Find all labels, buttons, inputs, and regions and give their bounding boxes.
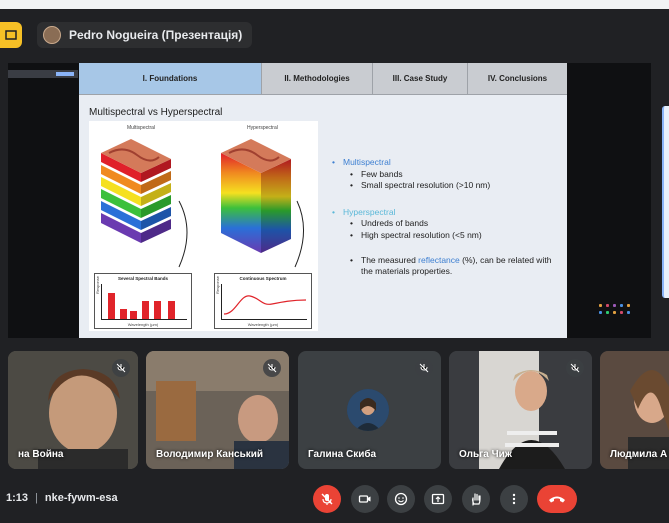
more-icon [512,493,516,505]
hyper-heading: • Hyperspectral [332,207,396,217]
spectral-bands-chart: Several Spectral Bands Response Waveleng… [94,273,192,329]
participant-tile[interactable]: Галина Скиба [298,351,441,469]
spectral-figure: Multispectral Hyperspectral Several Spec… [89,121,318,331]
raise-hand-icon [472,493,481,506]
meeting-details: 1:13 | nke-fywm-esa [6,492,118,504]
microphone-toggle-button[interactable] [313,485,341,513]
data-cube-illustration [101,139,305,268]
multi-item: • Few bands [350,169,403,179]
slide-tabs: I. Foundations II. Methodologies III. Ca… [79,63,567,95]
presenter-label-pill[interactable]: Pedro Nogueira (Презентація) [37,22,253,48]
participant-tile[interactable]: Володимир Канський [146,351,289,469]
emoji-icon [394,492,408,506]
tab-conclusions: IV. Conclusions [468,63,567,95]
band-bar [120,309,127,319]
mic-muted-indicator [566,359,584,377]
shared-slide: I. Foundations II. Methodologies III. Ca… [79,63,567,338]
participant-tile[interactable]: Ольга Чиж [449,351,592,469]
mic-off-icon [321,493,333,505]
participant-name: Людмила А [610,449,668,460]
band-bar [142,301,149,319]
bands-chart-axes [101,284,187,320]
mic-muted-indicator [263,359,281,377]
raise-hand-button[interactable] [462,485,490,513]
meeting-time: 1:13 [6,492,29,504]
multi-heading: • Multispectral [332,157,391,167]
camera-icon [358,495,371,503]
multi-item: • Small spectral resolution (>10 nm) [350,180,491,190]
hyper-item: • Undreds of bands [350,218,429,228]
hyper-item: • High spectral resolution (<5 nm) [350,230,482,240]
avatar-image [347,389,389,431]
spectrum-chart-axes [221,284,307,320]
present-icon [431,493,445,505]
reactions-button[interactable] [387,485,415,513]
leave-call-button[interactable] [537,485,577,513]
browser-top-band [0,0,669,9]
hyperspectral-cube [221,139,291,253]
participant-tile[interactable]: на Война [8,351,138,469]
presenter-avatar [43,26,61,44]
mini-participant-grid [597,302,637,320]
band-bar [130,311,137,319]
continuous-spectrum-chart: Continuous Spectrum Response Wavelength … [214,273,312,329]
slide-title: Multispectral vs Hyperspectral [89,107,223,118]
participant-name: Галина Скиба [308,449,377,460]
participant-name: на Война [18,449,64,460]
tab-case-study: III. Case Study [373,63,468,95]
reflectance-note: • The measured reflectance (%), can be re… [350,255,552,276]
participant-name: Ольга Чиж [459,449,512,460]
bands-chart-title: Several Spectral Bands [117,276,169,281]
present-indicator-button[interactable] [0,22,22,48]
participant-name: Володимир Канський [156,449,264,460]
bands-chart-ylabel: Response [95,275,100,294]
spectrum-chart-ylabel: Response [215,275,220,294]
participant-tile[interactable]: Людмила А [600,351,669,469]
mic-muted-indicator [415,359,433,377]
tab-foundations: I. Foundations [79,63,262,95]
screen-share-thumbnail-strip [8,70,78,78]
hang-up-icon [549,496,565,503]
spectrum-chart-title: Continuous Spectrum [239,276,287,281]
bands-chart-xlabel: Wavelength (µm) [127,322,159,327]
presenter-label: Pedro Nogueira (Презентація) [69,28,243,42]
mic-off-icon [570,363,580,373]
present-now-button[interactable] [424,485,452,513]
mic-off-icon [116,363,126,373]
participant-avatar [347,389,389,431]
band-bar [108,293,115,319]
meeting-code: nke-fywm-esa [44,492,118,504]
camera-toggle-button[interactable] [351,485,379,513]
present-small-icon [5,30,17,40]
mic-off-icon [267,363,277,373]
mic-muted-indicator [112,359,130,377]
mic-off-icon [419,363,429,373]
side-panel-edge[interactable] [662,106,669,298]
spectrum-curve [223,295,307,315]
band-bar [168,301,175,319]
multispectral-stack [101,139,171,243]
band-bar [154,301,161,319]
spectrum-chart-xlabel: Wavelength (µm) [247,322,279,327]
tab-methodologies: II. Methodologies [262,63,373,95]
more-options-button[interactable] [500,485,528,513]
